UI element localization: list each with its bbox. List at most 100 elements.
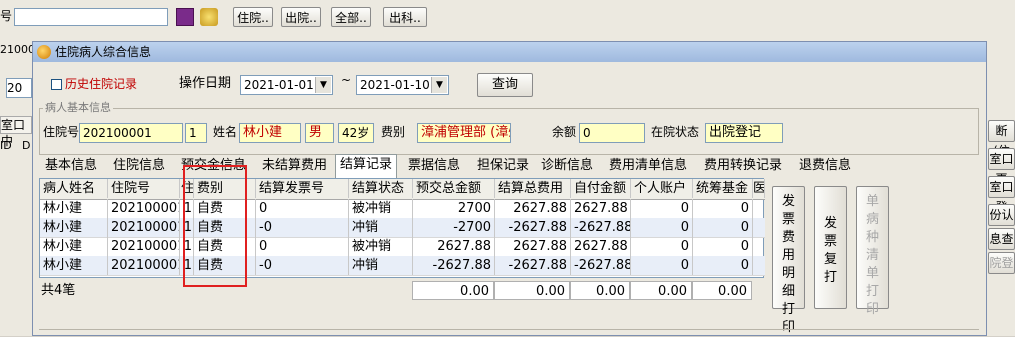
col-header[interactable]: 结算状态 bbox=[349, 179, 413, 198]
zyh-label: 住院号 bbox=[43, 125, 80, 139]
tab-refund-info[interactable]: 退费信息 bbox=[795, 156, 855, 176]
cell-personal: 0 bbox=[631, 218, 693, 237]
col-header[interactable]: 个人账户 bbox=[631, 179, 693, 198]
bg-right-btn-3[interactable]: 室口登 bbox=[988, 176, 1015, 214]
grid-footer: 共4笔 0.00 0.00 0.00 0.00 0.00 bbox=[39, 280, 764, 302]
history-checkbox[interactable] bbox=[51, 79, 62, 90]
total-fee: 0.00 bbox=[494, 281, 570, 300]
age-field[interactable]: 42岁 bbox=[338, 123, 374, 143]
bg-right-btn-4[interactable]: 份认 bbox=[988, 204, 1015, 226]
cell-zyh: 202100001 bbox=[108, 199, 180, 218]
bg-btn-discharged[interactable]: 出院.. bbox=[281, 7, 321, 27]
col-header[interactable]: 病人姓名 bbox=[40, 179, 108, 198]
cell-total: -2627.88 bbox=[495, 218, 571, 237]
query-button[interactable]: 查询 bbox=[477, 73, 533, 97]
tab-unsettled-fees[interactable]: 未结算费用 bbox=[258, 156, 331, 176]
col-header[interactable]: 医 bbox=[753, 179, 765, 198]
bg-left-d: D bbox=[22, 139, 31, 152]
tab-fee-conversion[interactable]: 费用转换记录 bbox=[700, 156, 786, 176]
table-row[interactable]: 林小建 202100001 1 自费 -0 冲销 -2627.88 -2627.… bbox=[40, 256, 765, 276]
tab-diagnosis-info[interactable]: 诊断信息 bbox=[537, 156, 597, 176]
cell-selfpay: 2627.88 bbox=[571, 237, 631, 256]
total-selfpay: 0.00 bbox=[570, 281, 630, 300]
print-invoice-detail-button[interactable]: 发票费用明细打印 bbox=[772, 186, 805, 335]
tab-basic-info[interactable]: 基本信息 bbox=[41, 156, 101, 176]
col-header[interactable]: 住院号 bbox=[108, 179, 180, 198]
bg-hao-label: 号 bbox=[0, 9, 13, 23]
col-header[interactable]: 结算发票号 bbox=[256, 179, 349, 198]
reprint-invoice-label: 发票复打 bbox=[823, 216, 837, 285]
bg-left-field: 20 bbox=[6, 78, 32, 98]
bg-btn-all[interactable]: 全部.. bbox=[331, 7, 371, 27]
cell-total: -2627.88 bbox=[495, 256, 571, 275]
total-personal: 0.00 bbox=[630, 281, 692, 300]
cell-selfpay: -2627.88 bbox=[571, 218, 631, 237]
bg-search-input[interactable] bbox=[14, 8, 168, 26]
brush-icon[interactable] bbox=[200, 8, 218, 26]
admit-times-field[interactable]: 1 bbox=[185, 123, 207, 143]
cell-selfpay: 2627.88 bbox=[571, 199, 631, 218]
chevron-down-icon: ▼ bbox=[431, 77, 447, 93]
tab-inpatient-info[interactable]: 住院信息 bbox=[109, 156, 169, 176]
cell-invoice: 0 bbox=[256, 199, 349, 218]
bg-right-btn-5[interactable]: 息查 bbox=[988, 228, 1015, 250]
sex-field[interactable]: 男 bbox=[305, 123, 334, 143]
bg-right-btn-1[interactable]: 断(住 bbox=[988, 120, 1015, 158]
cell-total: 2627.88 bbox=[495, 237, 571, 256]
bg-left-id: ID bbox=[0, 139, 12, 152]
op-date-label: 操作日期 bbox=[179, 76, 232, 91]
tab-invoice-info[interactable]: 票据信息 bbox=[404, 156, 464, 176]
col-header[interactable]: 自付金额 bbox=[571, 179, 631, 198]
fee-label: 费别 bbox=[381, 125, 406, 139]
table-row[interactable]: 林小建 202100001 1 自费 0 被冲销 2627.88 2627.88… bbox=[40, 237, 765, 257]
status-field[interactable]: 出院登记 bbox=[705, 123, 783, 143]
tab-fee-list[interactable]: 费用清单信息 bbox=[605, 156, 691, 176]
col-header[interactable]: 统筹基金 bbox=[693, 179, 753, 198]
cell-prepay: -2700 bbox=[413, 218, 495, 237]
cell-fund: 0 bbox=[693, 256, 753, 275]
table-row[interactable]: 林小建 202100001 1 自费 -0 冲销 -2700 -2627.88 … bbox=[40, 218, 765, 238]
name-field[interactable]: 林小建 bbox=[239, 123, 301, 143]
cell-fund: 0 bbox=[693, 237, 753, 256]
card-reader-icon[interactable] bbox=[176, 8, 194, 26]
date-to-value: 2021-01-10 bbox=[360, 78, 430, 92]
window-title: 住院病人综合信息 bbox=[55, 45, 152, 59]
total-prepay: 0.00 bbox=[412, 281, 494, 300]
col-header[interactable]: 结算总费用 bbox=[495, 179, 571, 198]
cell-zyh: 202100001 bbox=[108, 237, 180, 256]
cell-selfpay: -2627.88 bbox=[571, 256, 631, 275]
cell-name: 林小建 bbox=[40, 199, 108, 218]
cell-invoice: -0 bbox=[256, 218, 349, 237]
bg-right-btn-2[interactable]: 室口更 bbox=[988, 148, 1015, 186]
window-titlebar[interactable]: 住院病人综合信息 bbox=[33, 42, 986, 62]
cell-status: 冲销 bbox=[349, 218, 413, 237]
cell-prepay: 2627.88 bbox=[413, 237, 495, 256]
cell-status: 被冲销 bbox=[349, 199, 413, 218]
table-row[interactable]: 林小建 202100001 1 自费 0 被冲销 2700 2627.88 26… bbox=[40, 199, 765, 219]
fee-field[interactable]: 漳浦管理部 (漳州 bbox=[417, 123, 511, 143]
reprint-invoice-button[interactable]: 发票复打 bbox=[814, 186, 847, 309]
bg-btn-out-dept[interactable]: 出科.. bbox=[383, 7, 427, 27]
date-from-value: 2021-01-01 bbox=[244, 78, 314, 92]
cell-zyh: 202100001 bbox=[108, 218, 180, 237]
cell-personal: 0 bbox=[631, 256, 693, 275]
fee-column-highlight bbox=[183, 165, 247, 287]
cell-total: 2627.88 bbox=[495, 199, 571, 218]
tab-settlement-records[interactable]: 结算记录 bbox=[335, 154, 398, 178]
date-to-select[interactable]: 2021-01-10 ▼ bbox=[356, 75, 449, 95]
window-icon bbox=[37, 45, 51, 59]
chevron-down-icon: ▼ bbox=[315, 77, 331, 93]
zyh-field[interactable]: 202100001 bbox=[79, 123, 183, 143]
balance-field[interactable]: 0 bbox=[579, 123, 645, 143]
print-single-disease-label: 单病种清单打印 bbox=[865, 194, 879, 317]
col-header[interactable]: 预交总金额 bbox=[413, 179, 495, 198]
name-label: 姓名 bbox=[213, 125, 238, 139]
tab-guarantee-records[interactable]: 担保记录 bbox=[473, 156, 533, 176]
bg-btn-inpatient[interactable]: 住院.. bbox=[233, 7, 273, 27]
patient-info-window: 住院病人综合信息 历史住院记录 操作日期 2021-01-01 ▼ ~ 2021… bbox=[32, 41, 987, 336]
cell-personal: 0 bbox=[631, 237, 693, 256]
cell-fund: 0 bbox=[693, 199, 753, 218]
bg-left-tab: 室口中 bbox=[0, 116, 32, 148]
cell-zyh: 202100001 bbox=[108, 256, 180, 275]
date-from-select[interactable]: 2021-01-01 ▼ bbox=[240, 75, 333, 95]
